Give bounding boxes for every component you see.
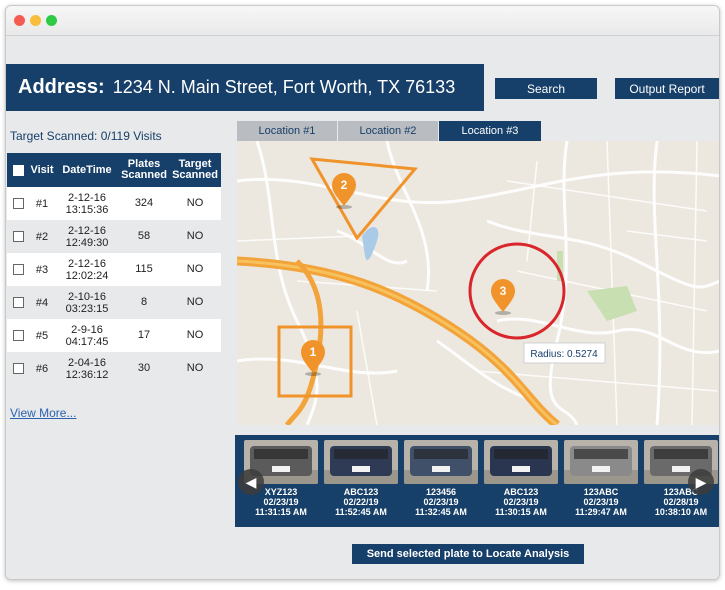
row-checkbox[interactable]	[12, 363, 24, 374]
plate-number: 123ABC	[583, 487, 619, 497]
target-scanned: NO	[186, 197, 204, 209]
address-bar: Address: 1234 N. Main Street, Fort Worth…	[6, 64, 484, 111]
visit-number: #3	[35, 263, 49, 276]
main-content: Address: 1234 N. Main Street, Fort Worth…	[6, 37, 719, 579]
plate-date: 02/23/19	[423, 497, 459, 507]
row-checkbox[interactable]	[12, 264, 24, 275]
plates-scanned: 17	[137, 329, 151, 341]
table-row[interactable]: #1 2-12-16 13:15:36 324 NO	[7, 187, 221, 220]
visit-number: #5	[35, 329, 49, 342]
plates-scanned: 8	[140, 296, 148, 308]
svg-text:2: 2	[341, 178, 348, 192]
map-canvas: 1 2 3 Radius: 0.5274	[237, 141, 719, 425]
plate-photo	[564, 440, 638, 484]
plates-scanned: 324	[134, 197, 154, 209]
tab-location-1[interactable]: Location #1	[237, 121, 337, 141]
minimize-window-button[interactable]	[30, 15, 41, 26]
visit-datetime: 2-12-16 12:02:24	[65, 257, 109, 282]
address-label: Address:	[18, 76, 105, 98]
target-scanned: NO	[186, 329, 204, 341]
visit-datetime: 2-10-16 03:23:15	[65, 290, 109, 315]
plate-date: 02/23/19	[263, 497, 299, 507]
view-more-link[interactable]: View More...	[10, 406, 76, 420]
radius-label: Radius: 0.5274	[530, 349, 598, 360]
visit-datetime: 2-04-16 12:36:12	[65, 356, 109, 381]
plate-number: ABC123	[503, 487, 539, 497]
table-row[interactable]: #6 2-04-16 12:36:12 30 NO	[7, 352, 221, 385]
plate-date: 02/22/19	[343, 497, 379, 507]
target-scanned: NO	[186, 230, 204, 242]
plate-thumbnail[interactable]: ABC123 02/22/19 11:52:45 AM	[324, 440, 398, 517]
send-to-locate-analysis-button[interactable]: Send selected plate to Locate Analysis	[352, 544, 584, 564]
header-visit: Visit	[30, 164, 54, 176]
plate-thumbnail[interactable]: 123456 02/23/19 11:32:45 AM	[404, 440, 478, 517]
svg-text:1: 1	[310, 345, 317, 359]
map-view[interactable]: 1 2 3 Radius: 0.5274	[237, 141, 719, 425]
visit-number: #6	[35, 362, 49, 375]
plate-date: 02/28/19	[663, 497, 699, 507]
table-row[interactable]: #2 2-12-16 12:49:30 58 NO	[7, 220, 221, 253]
row-checkbox[interactable]	[12, 198, 24, 209]
plates-scanned: 115	[135, 263, 153, 275]
app-window: Address: 1234 N. Main Street, Fort Worth…	[5, 5, 720, 580]
svg-text:3: 3	[500, 284, 507, 298]
table-row[interactable]: #4 2-10-16 03:23:15 8 NO	[7, 286, 221, 319]
visit-number: #2	[35, 230, 49, 243]
target-scanned-summary: Target Scanned: 0/119 Visits	[10, 129, 162, 143]
plate-thumbnail[interactable]: ABC123 02/23/19 11:30:15 AM	[484, 440, 558, 517]
table-row[interactable]: #5 2-9-16 04:17:45 17 NO	[7, 319, 221, 352]
tab-location-3[interactable]: Location #3	[439, 121, 541, 141]
header-datetime: DateTime	[62, 164, 112, 176]
row-checkbox[interactable]	[12, 330, 24, 341]
target-scanned: NO	[186, 362, 204, 374]
visit-number: #4	[35, 296, 49, 309]
plate-number: 123456	[425, 487, 457, 497]
plate-time: 11:29:47 AM	[575, 507, 627, 517]
visits-table: Visit DateTime Plates Scanned Target Sca…	[7, 153, 221, 385]
plate-date: 02/23/19	[503, 497, 539, 507]
maximize-window-button[interactable]	[46, 15, 57, 26]
visit-datetime: 2-12-16 12:49:30	[65, 224, 109, 249]
arrow-right-icon[interactable]: ▶	[688, 469, 714, 495]
plate-time: 11:52:45 AM	[335, 507, 387, 517]
arrow-left-icon[interactable]: ◀	[238, 469, 264, 495]
plate-time: 11:32:45 AM	[415, 507, 467, 517]
row-checkbox[interactable]	[12, 297, 24, 308]
plate-photo	[324, 440, 398, 484]
target-scanned: NO	[186, 263, 204, 275]
address-value: 1234 N. Main Street, Fort Worth, TX 7613…	[112, 77, 456, 97]
visit-datetime: 2-12-16 13:15:36	[65, 191, 109, 216]
close-window-button[interactable]	[14, 15, 25, 26]
plate-time: 11:30:15 AM	[495, 507, 547, 517]
plate-time: 10:38:10 AM	[654, 507, 708, 517]
plates-scanned: 58	[137, 230, 151, 242]
header-plates-scanned: Plates Scanned	[121, 158, 167, 181]
target-scanned: NO	[186, 296, 204, 308]
search-button[interactable]: Search	[495, 78, 597, 99]
select-all-checkbox[interactable]	[12, 164, 24, 176]
output-report-button[interactable]: Output Report	[615, 78, 719, 99]
visit-datetime: 2-9-16 04:17:45	[65, 323, 109, 348]
table-row[interactable]: #3 2-12-16 12:02:24 115 NO	[7, 253, 221, 286]
plate-carousel: XYZ123 02/23/19 11:31:15 AM ABC123 02/22/19 1…	[235, 435, 719, 527]
visit-number: #1	[35, 197, 49, 210]
visits-table-header: Visit DateTime Plates Scanned Target Sca…	[7, 153, 221, 187]
tab-location-2[interactable]: Location #2	[338, 121, 438, 141]
plate-time: 11:31:15 AM	[255, 507, 307, 517]
title-bar	[6, 6, 719, 36]
plate-date: 02/23/19	[583, 497, 619, 507]
plate-photo	[484, 440, 558, 484]
plate-number: ABC123	[343, 487, 379, 497]
row-checkbox[interactable]	[12, 231, 24, 242]
plate-thumbnail[interactable]: 123ABC 02/23/19 11:29:47 AM	[564, 440, 638, 517]
header-target-scanned: Target Scanned	[172, 158, 218, 181]
plate-photo	[404, 440, 478, 484]
plates-scanned: 30	[137, 362, 151, 374]
